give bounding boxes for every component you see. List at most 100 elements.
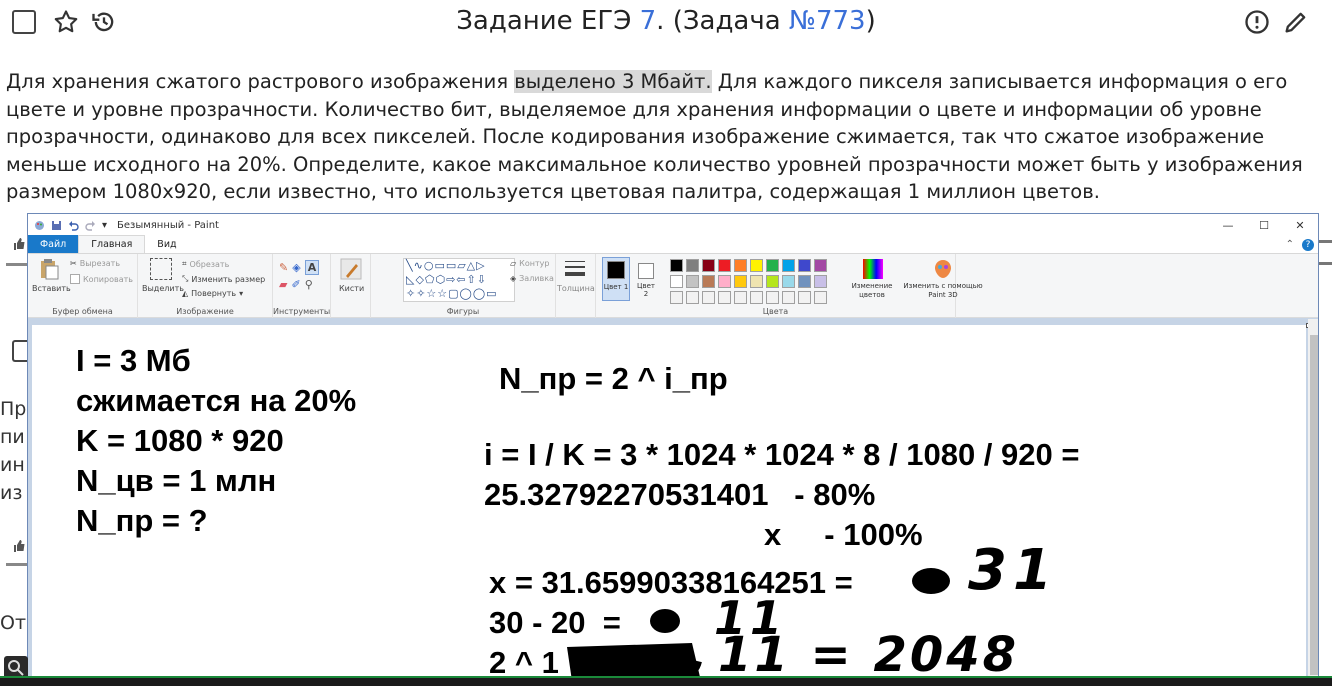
close-icon[interactable]: ✕ [1282,214,1318,236]
palette-swatch[interactable] [798,275,811,288]
image-group-label: Изображение [176,307,234,316]
help-icon[interactable]: ? [1302,239,1314,251]
resize-button[interactable]: ⤡ Изменить размер [182,274,265,284]
palette-swatch[interactable] [750,259,763,272]
palette-swatch[interactable] [814,259,827,272]
palette-swatch[interactable] [750,275,763,288]
fill-icon[interactable]: ◈ [292,261,300,274]
hidden-text-fragment: из [0,482,23,504]
palette-swatch[interactable] [702,291,715,304]
resize-label: Изменить размер [191,274,266,284]
palette-swatch[interactable] [814,291,827,304]
palette-swatch[interactable] [734,291,747,304]
collapse-ribbon-icon[interactable]: ⌃ [1286,239,1294,251]
palette-swatch[interactable] [718,259,731,272]
pencil-icon[interactable]: ✎ [279,261,288,274]
thumbs-up-icon[interactable] [12,538,26,552]
window-title: Безымянный - Paint [117,219,219,231]
group-clipboard: Вставить ✂ Вырезать Копировать Буфер обме… [28,254,138,318]
scrollbar-thumb[interactable] [1310,335,1318,675]
problem-number-link[interactable]: №773 [789,6,866,36]
palette-swatch[interactable] [718,275,731,288]
page-header: Задание ЕГЭ 7. (Задача №773) [0,0,1332,50]
palette-swatch[interactable] [670,259,683,272]
redo-icon[interactable] [85,220,96,231]
palette-swatch[interactable] [782,291,795,304]
palette-swatch[interactable] [734,259,747,272]
taskbar [0,676,1332,686]
palette-swatch[interactable] [686,275,699,288]
palette-swatch[interactable] [750,291,763,304]
palette-swatch[interactable] [670,275,683,288]
fill-button[interactable]: ◈ Заливка [510,274,554,283]
palette-swatch[interactable] [670,291,683,304]
paint-titlebar[interactable]: ▾ Безымянный - Paint — ☐ ✕ [28,214,1318,236]
paste-icon[interactable] [38,258,60,280]
paint3d-button[interactable]: Изменить с помощью Paint 3D [902,282,984,300]
title-prefix: Задание ЕГЭ [456,6,640,36]
colors-group-label: Цвета [762,307,789,316]
cut-button[interactable]: ✂ Вырезать [70,259,120,268]
paste-button[interactable]: Вставить [32,284,71,293]
palette-swatch[interactable] [814,275,827,288]
color-picker-icon[interactable]: ✐ [291,278,300,291]
maximize-icon[interactable]: ☐ [1246,214,1282,236]
palette-swatch[interactable] [686,291,699,304]
copy-button[interactable]: Копировать [70,274,133,284]
palette-swatch[interactable] [702,275,715,288]
outline-button[interactable]: ▱ Контур [510,259,549,268]
eraser-icon[interactable]: ▰ [279,278,287,291]
color2-button[interactable]: Цвет 2 [634,257,660,301]
magnifier-icon[interactable]: ⚲ [305,278,313,291]
palette-swatch[interactable] [782,259,795,272]
palette-swatch[interactable] [702,259,715,272]
tab-home[interactable]: Главная [78,235,146,253]
tab-file[interactable]: Файл [28,235,79,253]
palette-swatch[interactable] [686,259,699,272]
palette-swatch[interactable] [782,275,795,288]
select-icon[interactable] [150,258,172,280]
report-icon[interactable] [1243,8,1271,36]
edit-colors-button[interactable]: Изменение цветов [846,282,898,300]
title-suffix: ) [865,6,876,36]
problem-statement: Для хранения сжатого растрового изображе… [6,68,1326,206]
color1-button[interactable]: Цвет 1 [602,257,630,301]
text-icon[interactable]: A [304,260,320,275]
size-button[interactable]: Толщина [557,284,595,293]
resize-icon: ⤡ [182,274,189,283]
crop-button[interactable]: ⌗ Обрезать [182,259,229,269]
edit-colors-icon[interactable] [862,258,884,280]
drawing-canvas[interactable]: I = 3 Мб сжимается на 20% K = 1080 * 920… [32,325,1306,685]
group-size: Толщина [556,254,596,318]
palette-swatch[interactable] [798,259,811,272]
save-icon[interactable] [51,220,62,231]
paint-app-icon [34,220,45,231]
minimize-icon[interactable]: — [1210,214,1246,236]
palette-swatch[interactable] [766,275,779,288]
fill-label: Заливка [519,274,554,283]
chevron-down-icon: ▾ [239,289,244,298]
paint3d-icon[interactable] [932,258,954,280]
palette-swatch[interactable] [766,259,779,272]
palette-swatch[interactable] [766,291,779,304]
palette-swatch[interactable] [718,291,731,304]
brush-icon[interactable] [340,258,362,280]
rotate-button[interactable]: ◭ Повернуть ▾ [182,289,243,298]
vertical-scrollbar[interactable] [1308,319,1318,685]
palette-swatch[interactable] [734,275,747,288]
brushes-button[interactable]: Кисти [339,284,364,293]
shapes-gallery[interactable]: ╲∿○▭▭▱△▷ ◺◇⬠⬡⇨⇦⇧⇩ ✧✧☆☆▢◯◯▭ [403,258,515,302]
copy-label: Копировать [83,274,133,284]
thumbs-up-icon[interactable] [12,236,26,250]
edit-icon[interactable] [1282,8,1310,36]
paint-window[interactable]: ▾ Безымянный - Paint — ☐ ✕ Файл Главная … [27,213,1319,686]
tab-view[interactable]: Вид [145,235,188,253]
task-number-link[interactable]: 7 [640,6,657,36]
undo-icon[interactable] [68,220,79,231]
line-thickness-icon[interactable] [564,258,586,280]
hidden-text-fragment: пи [0,426,25,448]
palette-swatch[interactable] [798,291,811,304]
rotate-label: Повернуть [191,289,237,298]
select-button[interactable]: Выделить [142,284,184,293]
customize-quick-access-icon[interactable]: ▾ [102,220,109,231]
